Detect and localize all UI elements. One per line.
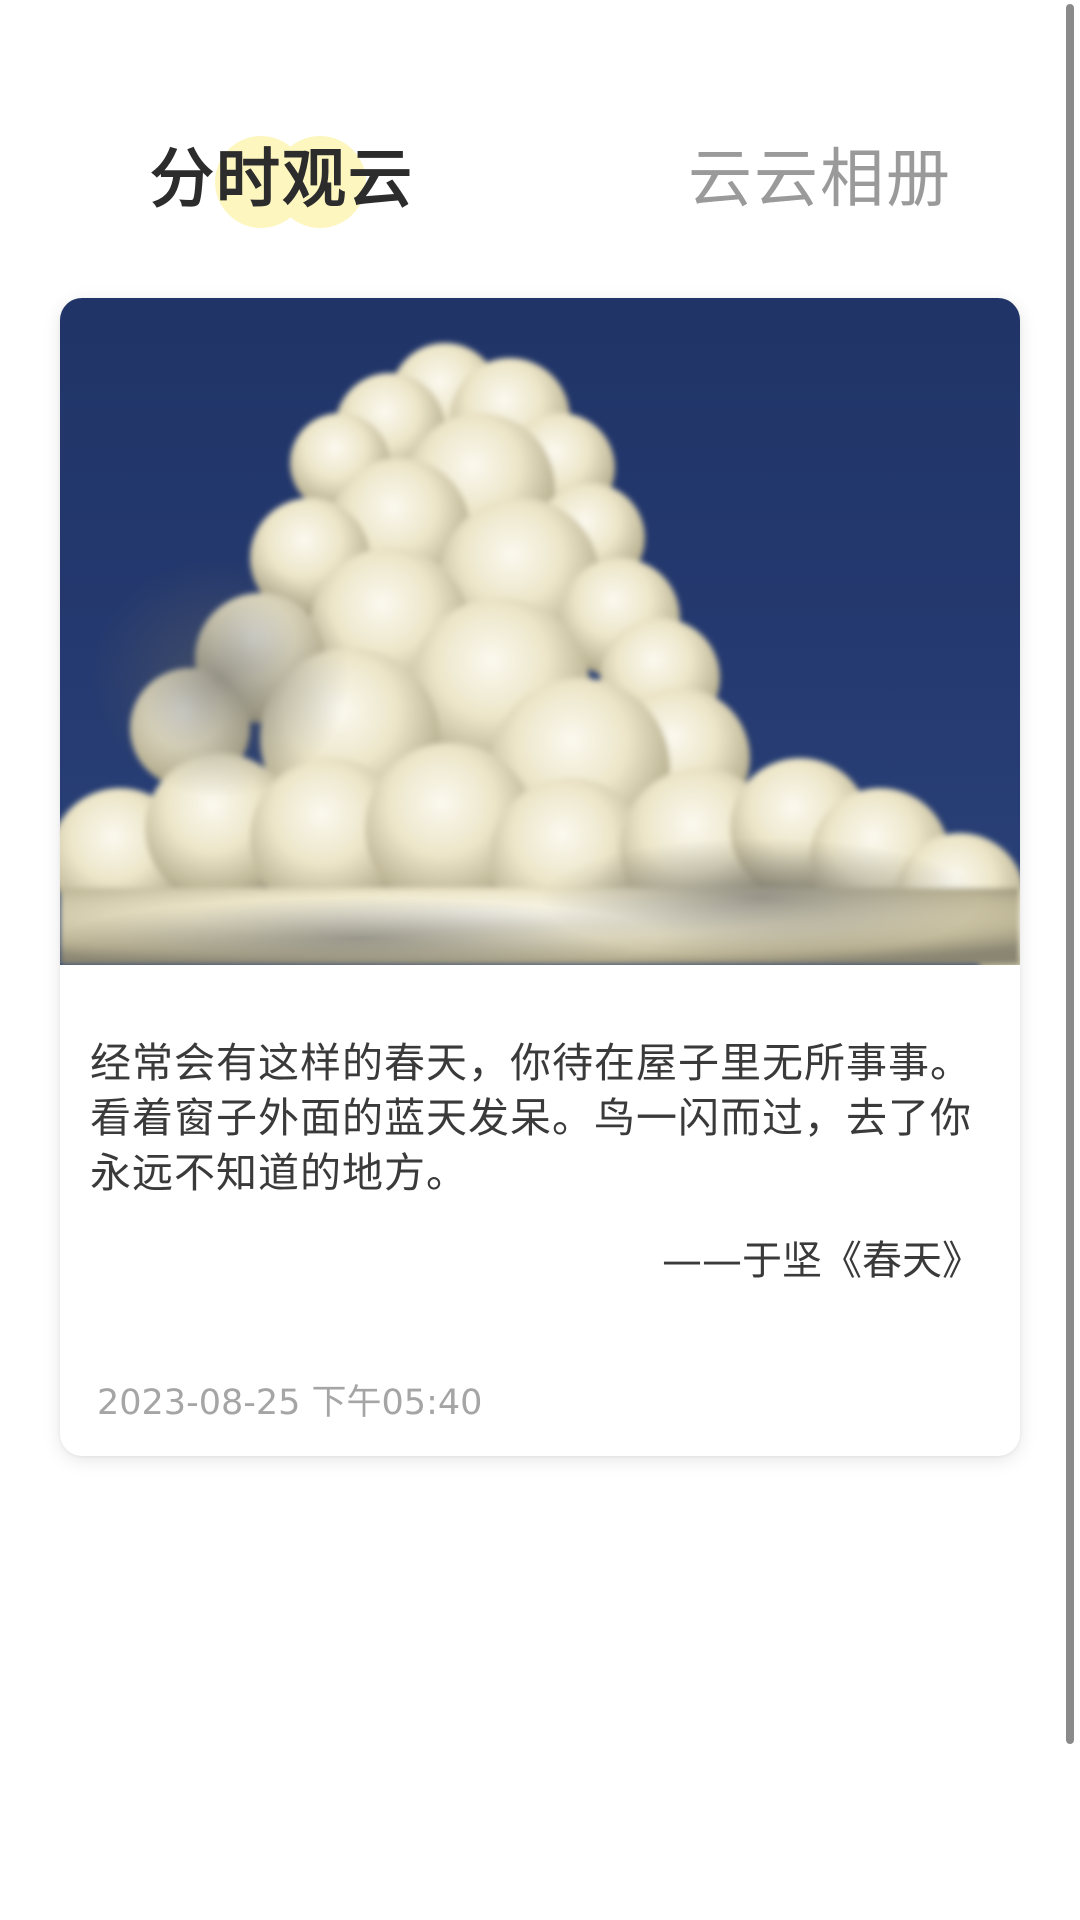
tab-bar: 分时观云 云云相册 [0,0,1080,300]
tab-label: 云云相册 [688,143,952,217]
cloud-card[interactable]: 经常会有这样的春天，你待在屋子里无所事事。看着窗子外面的蓝天发呆。鸟一闪而过，去… [60,298,1020,1456]
tab-time-cloud[interactable]: 分时观云 [150,136,414,228]
timestamp: 2023-08-25 下午05:40 [97,1383,483,1423]
scrollbar[interactable] [1066,4,1074,1744]
app-screen: 分时观云 云云相册 经常会有这样的春天，你待在屋子里无所事事。看着窗子外面的蓝天… [0,0,1080,1920]
quote-source: ——于坚《春天》 [662,1238,982,1284]
quote-text: 经常会有这样的春天，你待在屋子里无所事事。看着窗子外面的蓝天发呆。鸟一闪而过，去… [90,1039,972,1197]
tab-label: 分时观云 [150,143,414,217]
cloud-photo [60,298,1020,965]
tab-cloud-album[interactable]: 云云相册 [688,140,952,220]
